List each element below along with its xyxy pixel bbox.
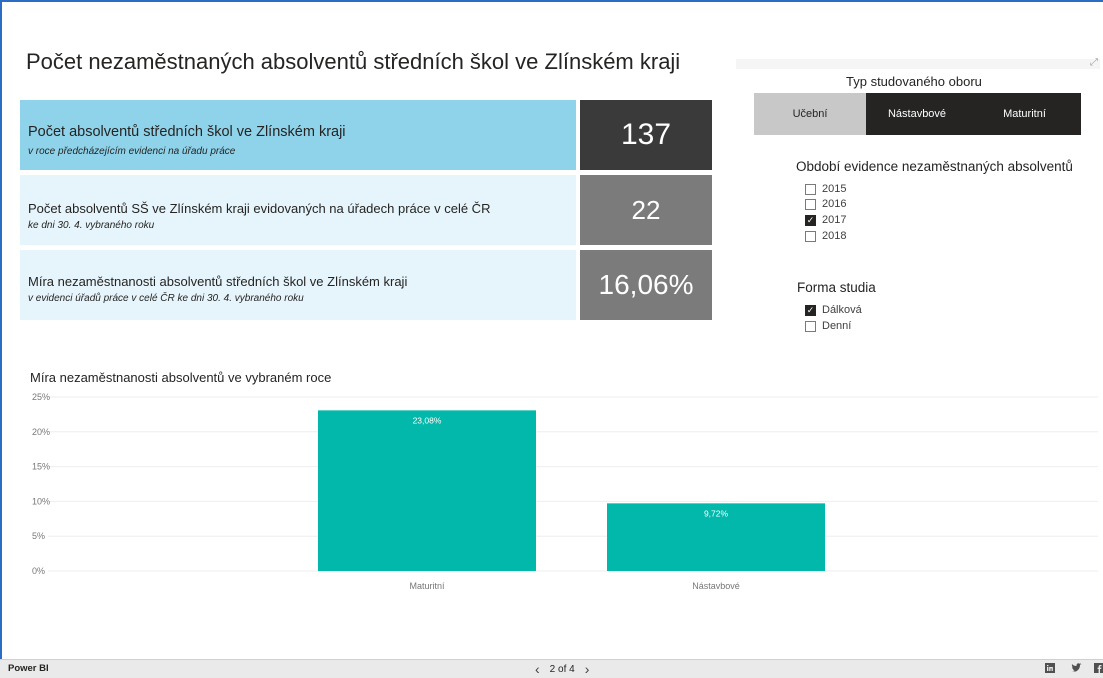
y-tick-label: 25% xyxy=(32,392,50,402)
page-indicator: 2 of 4 xyxy=(549,663,575,675)
period-option-2016[interactable]: 2016 xyxy=(805,198,846,210)
chart-title: Míra nezaměstnanosti absolventů ve vybra… xyxy=(30,370,332,385)
powerbi-brand[interactable]: Power BI xyxy=(8,663,49,674)
kpi-label-panel: Míra nezaměstnanosti absolventů středníc… xyxy=(20,250,576,320)
field-type-slicer-title: Typ studovaného oboru xyxy=(846,74,982,89)
study-form-option-label: Dálková xyxy=(822,304,862,316)
checkbox-icon[interactable]: ✓ xyxy=(805,214,816,226)
y-tick-label: 0% xyxy=(32,566,45,576)
period-option-label: 2015 xyxy=(822,183,847,195)
kpi-label-panel: Počet absolventů SŠ ve Zlínském kraji ev… xyxy=(20,175,576,245)
chevron-left-icon[interactable]: ‹ xyxy=(525,661,550,677)
report-frame-top xyxy=(0,0,1103,2)
kpi-value: 137 xyxy=(580,100,712,170)
y-tick-label: 15% xyxy=(32,462,50,472)
powerbi-footer-bar: Power BI ‹ 2 of 4 › xyxy=(0,659,1103,678)
linkedin-icon[interactable] xyxy=(1045,663,1055,676)
period-option-2015[interactable]: 2015 xyxy=(805,183,846,195)
period-slicer-title: Období evidence nezaměstnaných absolvent… xyxy=(796,159,1073,174)
facebook-icon[interactable] xyxy=(1094,663,1103,676)
kpi-card-graduates: Počet absolventů středních škol ve Zlíns… xyxy=(20,100,712,170)
bar-data-label: 23,08% xyxy=(413,415,442,425)
checkbox-icon[interactable] xyxy=(805,183,816,195)
field-type-option-maturitni[interactable]: Maturitní xyxy=(968,93,1081,135)
study-form-slicer-title: Forma studia xyxy=(797,280,876,295)
kpi-label: Počet absolventů středních škol ve Zlíns… xyxy=(28,124,346,140)
slicer-header-bar xyxy=(736,59,1100,69)
kpi-sublabel: v evidenci úřadů práce v celé ČR ke dni … xyxy=(28,293,304,304)
bar xyxy=(318,410,536,571)
kpi-sublabel: v roce předcházejícím evidenci na úřadu … xyxy=(28,146,236,157)
twitter-icon[interactable] xyxy=(1071,663,1082,676)
kpi-value: 22 xyxy=(580,175,712,245)
kpi-label: Míra nezaměstnanosti absolventů středníc… xyxy=(28,274,408,289)
checkbox-icon[interactable]: ✓ xyxy=(805,304,816,316)
chevron-right-icon[interactable]: › xyxy=(575,661,600,677)
focus-mode-icon[interactable]: ⤢ xyxy=(1090,57,1098,68)
period-option-label: 2017 xyxy=(822,214,847,226)
kpi-label-panel: Počet absolventů středních škol ve Zlíns… xyxy=(20,100,576,170)
x-category-label: Maturitní xyxy=(409,581,445,591)
checkbox-icon[interactable] xyxy=(805,198,816,210)
y-tick-label: 5% xyxy=(32,531,45,541)
field-type-option-ucebni[interactable]: Učební xyxy=(754,93,866,135)
page-navigator: ‹ 2 of 4 › xyxy=(525,661,599,677)
y-tick-label: 10% xyxy=(32,496,50,506)
kpi-card-registered: Počet absolventů SŠ ve Zlínském kraji ev… xyxy=(20,175,712,245)
period-option-2017[interactable]: ✓ 2017 xyxy=(805,214,846,226)
kpi-value: 16,06% xyxy=(580,250,712,320)
kpi-label: Počet absolventů SŠ ve Zlínském kraji ev… xyxy=(28,201,491,216)
study-form-option-label: Denní xyxy=(822,320,852,332)
study-form-option-denni[interactable]: Denní xyxy=(805,320,851,332)
period-option-label: 2018 xyxy=(822,230,847,242)
bar-data-label: 9,72% xyxy=(704,508,729,518)
period-option-label: 2016 xyxy=(822,198,847,210)
y-tick-label: 20% xyxy=(32,427,50,437)
field-type-option-nastavbove[interactable]: Nástavbové xyxy=(866,93,968,135)
study-form-option-dalkova[interactable]: ✓ Dálková xyxy=(805,304,862,316)
period-option-2018[interactable]: 2018 xyxy=(805,230,846,242)
kpi-sublabel: ke dni 30. 4. vybraného roku xyxy=(28,220,155,231)
checkbox-icon[interactable] xyxy=(805,320,816,332)
unemployment-bar-chart: 0% 5% 10% 15% 20% 25% 23,08% Maturitní 9,72% Nást… xyxy=(32,392,1098,591)
x-category-label: Nástavbové xyxy=(692,581,740,591)
checkbox-icon[interactable] xyxy=(805,230,816,242)
report-title: Počet nezaměstnaných absolventů středníc… xyxy=(26,49,681,74)
kpi-card-unemployment-rate: Míra nezaměstnanosti absolventů středníc… xyxy=(20,250,712,320)
